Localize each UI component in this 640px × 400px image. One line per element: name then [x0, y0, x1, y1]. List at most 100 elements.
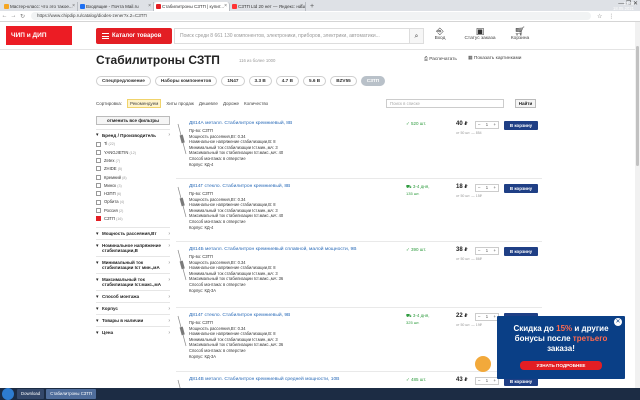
- promo-banner[interactable]: ✕ Скидка до 15% и другие бонусы после тр…: [497, 316, 625, 379]
- quantity-value[interactable]: 1: [486, 185, 488, 191]
- brand-option[interactable]: Россия (2): [96, 206, 170, 214]
- brand-filter-header[interactable]: Бренд / Производитель ›: [96, 129, 170, 140]
- search-input[interactable]: Поиск среди 8 661 130 компонентов, элект…: [174, 28, 410, 44]
- brand-option[interactable]: YANGJIETIN (12): [96, 148, 170, 156]
- browser-tab[interactable]: Входящие - Почта Mail.ru ×: [78, 2, 154, 11]
- filter-block-header[interactable]: Способ монтажа ›: [96, 289, 170, 302]
- filter-block-header[interactable]: Номинальное напряжение стабилизации,В ›: [96, 238, 170, 256]
- brand-option[interactable]: Минск (3): [96, 181, 170, 189]
- browser-tab[interactable]: Стабилитроны СЗТП | купит... ×: [154, 2, 230, 11]
- checkbox[interactable]: [96, 216, 101, 222]
- plus-icon[interactable]: +: [494, 314, 496, 320]
- minus-icon[interactable]: –: [478, 122, 480, 128]
- minus-icon[interactable]: –: [478, 378, 480, 384]
- plus-icon[interactable]: +: [494, 185, 496, 191]
- product-image[interactable]: [176, 122, 188, 156]
- tab-close-icon[interactable]: ×: [72, 2, 75, 11]
- quantity-stepper[interactable]: –1 +: [475, 247, 499, 255]
- cart-link[interactable]: 🛒︎ Корзина: [500, 26, 540, 41]
- checkbox[interactable]: [96, 174, 101, 180]
- find-button[interactable]: Найти: [515, 99, 536, 108]
- tab-close-icon[interactable]: ×: [224, 2, 227, 11]
- add-to-cart-button[interactable]: В корзину: [504, 247, 538, 256]
- checkbox[interactable]: [96, 182, 101, 188]
- reset-filters-button[interactable]: отменить все фильтры: [96, 116, 170, 125]
- order-status-link[interactable]: ▣ Статус заказа: [460, 26, 500, 41]
- plus-icon[interactable]: +: [494, 378, 496, 384]
- filter-chip[interactable]: Наборы компонентов: [154, 76, 218, 86]
- brand-option[interactable]: ZHIDE (5): [96, 165, 170, 173]
- sort-option[interactable]: Рекомендуем: [126, 99, 162, 108]
- minus-icon[interactable]: –: [478, 314, 480, 320]
- back-icon[interactable]: ←: [0, 13, 9, 19]
- checkbox[interactable]: [96, 158, 101, 164]
- sort-option[interactable]: Количество: [244, 101, 268, 106]
- start-button-icon[interactable]: [2, 388, 14, 400]
- quantity-value[interactable]: 1: [486, 122, 488, 128]
- quantity-stepper[interactable]: –1 +: [475, 313, 499, 321]
- browser-tab[interactable]: Мастер-класс: что это такое... ×: [2, 2, 78, 11]
- checkbox[interactable]: [96, 199, 101, 205]
- checkbox[interactable]: [96, 141, 101, 147]
- brand-option[interactable]: Ti (22): [96, 140, 170, 148]
- quantity-value[interactable]: 1: [486, 314, 488, 320]
- address-bar[interactable]: https://www.chipdip.ru/catalog/diodes-ze…: [31, 12, 591, 20]
- view-pictures-link[interactable]: ▦ Показать картинками: [468, 56, 521, 61]
- quantity-stepper[interactable]: –1 +: [475, 121, 499, 129]
- forward-icon[interactable]: →: [9, 13, 18, 19]
- chat-bubble-icon[interactable]: [475, 356, 491, 372]
- filter-block-header[interactable]: Минимальный ток стабилизации Iст мин.,мА…: [96, 255, 170, 273]
- browser-tab[interactable]: СЗТП Ltd 20 нет — Яндекс: наш... ×: [230, 2, 306, 11]
- new-tab-button[interactable]: +: [306, 2, 318, 11]
- filter-chip[interactable]: 5.6 В: [302, 76, 327, 86]
- add-to-cart-button[interactable]: В корзину: [504, 184, 538, 193]
- brand-option[interactable]: СЗТП (16): [96, 215, 170, 223]
- filter-chip[interactable]: 4.7 В: [275, 76, 299, 86]
- product-image[interactable]: [176, 185, 188, 219]
- checkbox[interactable]: [96, 166, 101, 172]
- taskbar-item[interactable]: Download: [17, 389, 45, 399]
- scrollbar-thumb[interactable]: [636, 46, 639, 166]
- tab-close-icon[interactable]: ×: [300, 2, 303, 11]
- close-icon[interactable]: ✕: [614, 318, 622, 326]
- site-logo[interactable]: ЧИП и ДИП: [6, 26, 72, 45]
- brand-option[interactable]: Zetex (7): [96, 157, 170, 165]
- brand-option[interactable]: НЗПП (6): [96, 190, 170, 198]
- plus-icon[interactable]: +: [494, 248, 496, 254]
- brand-option[interactable]: Орбита (4): [96, 198, 170, 206]
- filter-block-header[interactable]: Корпус ›: [96, 301, 170, 314]
- product-image[interactable]: [176, 314, 188, 348]
- quantity-stepper[interactable]: –1 +: [475, 377, 499, 385]
- add-to-cart-button[interactable]: В корзину: [504, 121, 538, 130]
- product-title-link[interactable]: Д814Б металл. Стабилитрон кремниевый спл…: [189, 247, 379, 253]
- product-title-link[interactable]: Д814Г стекло. Стабилитрон кремниевый, 9В: [189, 313, 379, 319]
- star-icon[interactable]: ☆: [597, 13, 602, 20]
- reload-icon[interactable]: ↻: [18, 13, 27, 20]
- catalog-button[interactable]: Каталог товаров: [96, 28, 172, 44]
- filter-block-header[interactable]: Мощность рассеяния,Вт ›: [96, 226, 170, 239]
- plus-icon[interactable]: +: [494, 122, 496, 128]
- checkbox[interactable]: [96, 207, 101, 213]
- filter-chip[interactable]: BZV55: [330, 76, 357, 86]
- product-image[interactable]: [176, 248, 188, 282]
- page-scrollbar[interactable]: [635, 22, 640, 388]
- quantity-value[interactable]: 1: [486, 378, 488, 384]
- menu-icon[interactable]: ⋮: [608, 13, 614, 20]
- product-title-link[interactable]: Д814А металл. Стабилитрон кремниевый, 8В: [189, 121, 379, 127]
- brand-option[interactable]: Кремний (8): [96, 173, 170, 181]
- checkbox[interactable]: [96, 149, 101, 155]
- taskbar-item[interactable]: Стабилитроны СЗТП: [46, 389, 96, 399]
- minus-icon[interactable]: –: [478, 185, 480, 191]
- sort-option[interactable]: Дороже: [223, 101, 239, 106]
- quantity-value[interactable]: 1: [486, 248, 488, 254]
- quantity-stepper[interactable]: –1 +: [475, 184, 499, 192]
- list-filter-input[interactable]: Поиск в списке: [386, 99, 504, 108]
- minus-icon[interactable]: –: [478, 248, 480, 254]
- filter-block-header[interactable]: Цена ›: [96, 325, 170, 338]
- login-link[interactable]: ⎆ Вход: [420, 26, 460, 41]
- sort-option[interactable]: Дешевле: [199, 101, 218, 106]
- product-title-link[interactable]: Д814Г стекло. Стабилитрон кремниевый, 8В: [189, 184, 379, 190]
- checkbox[interactable]: [96, 191, 101, 197]
- filter-chip[interactable]: СЗТП: [360, 76, 386, 86]
- print-link[interactable]: ⎙ Распечатать: [424, 56, 457, 62]
